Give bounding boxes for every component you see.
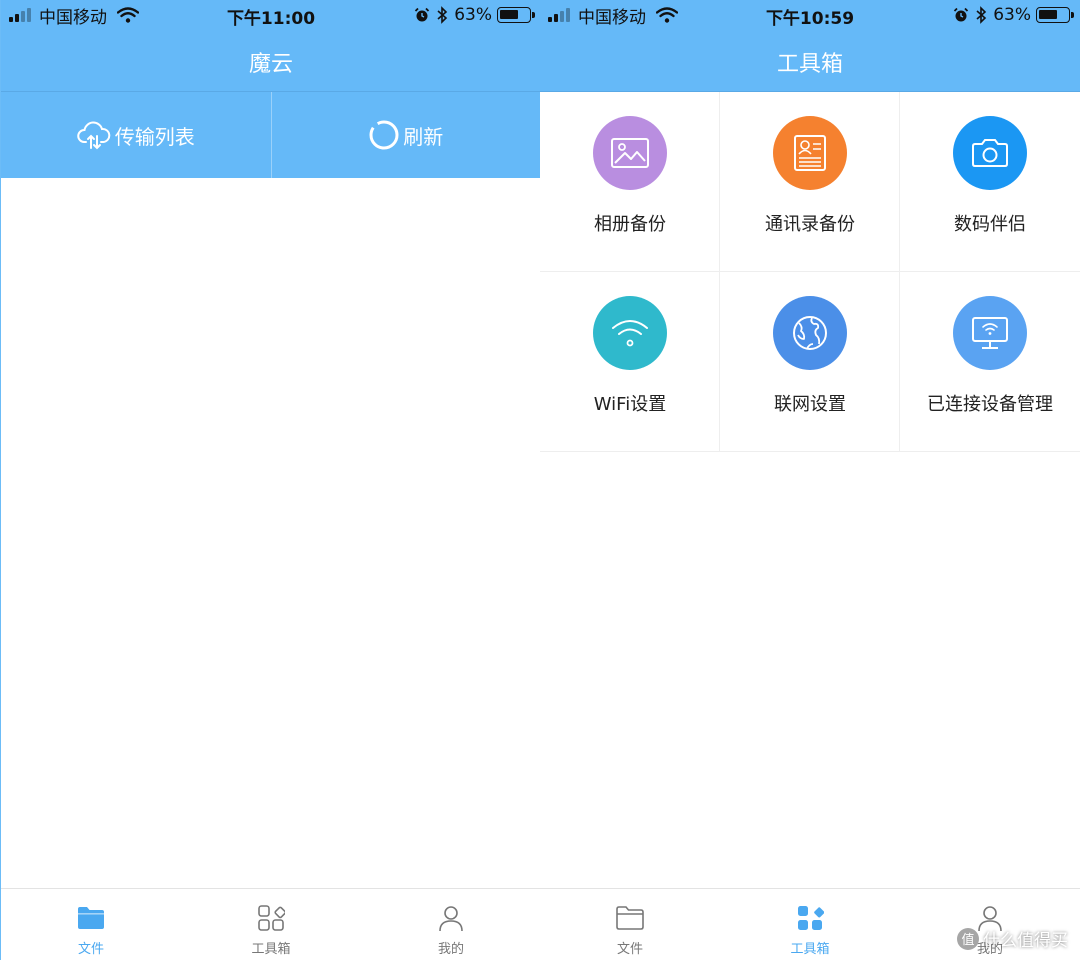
tab-bar: 文件 工具箱 我的 — [1, 888, 540, 960]
files-screen: 中国移动 下午11:00 63% 魔云 传输列表 刷新 文件 工具箱 我的 — [0, 0, 540, 960]
tab-mine[interactable]: 我的 — [361, 889, 540, 960]
tool-wifi-settings[interactable]: WiFi设置 — [540, 272, 720, 452]
photo-icon — [593, 116, 667, 190]
contacts-icon — [773, 116, 847, 190]
folder-icon — [615, 903, 645, 933]
tab-label: 文件 — [616, 942, 643, 957]
tool-device-management[interactable]: 已连接设备管理 — [900, 272, 1080, 452]
action-bar: 传输列表 刷新 — [1, 92, 540, 178]
folder-icon — [76, 903, 106, 933]
refresh-button[interactable]: 刷新 — [270, 92, 541, 178]
bluetooth-icon — [976, 6, 987, 24]
globe-icon — [773, 296, 847, 370]
tab-toolbox[interactable]: 工具箱 — [181, 889, 361, 960]
refresh-label: 刷新 — [403, 124, 444, 149]
tool-digital-companion[interactable]: 数码伴侣 — [900, 92, 1080, 272]
tab-label: 我的 — [437, 942, 464, 957]
cloud-upload-icon — [77, 121, 110, 150]
tool-contacts-backup[interactable]: 通讯录备份 — [720, 92, 900, 272]
camera-icon — [953, 116, 1027, 190]
tab-label: 文件 — [77, 942, 104, 957]
tool-network-settings[interactable]: 联网设置 — [720, 272, 900, 452]
tab-toolbox[interactable]: 工具箱 — [720, 889, 900, 960]
status-bar: 中国移动 下午10:59 63% — [540, 0, 1080, 30]
nav-bar: 魔云 — [1, 30, 540, 92]
status-bar: 中国移动 下午11:00 63% — [1, 0, 540, 30]
tool-album-backup[interactable]: 相册备份 — [540, 92, 720, 272]
tab-label: 工具箱 — [251, 942, 291, 957]
tab-label: 工具箱 — [790, 942, 830, 957]
tool-label: 联网设置 — [774, 394, 846, 415]
watermark-badge: 值 — [957, 927, 979, 950]
battery-percent: 63% — [454, 5, 492, 25]
transfer-list-label: 传输列表 — [114, 124, 195, 149]
tool-label: 通讯录备份 — [765, 214, 855, 235]
toolbox-icon — [795, 903, 825, 933]
nav-bar: 工具箱 — [540, 30, 1080, 92]
person-icon — [436, 903, 466, 933]
refresh-icon — [369, 120, 399, 150]
watermark-text: 什么值得买 — [983, 931, 1068, 951]
tool-label: 数码伴侣 — [954, 214, 1026, 235]
tool-label: WiFi设置 — [593, 394, 667, 415]
page-title: 工具箱 — [776, 52, 843, 77]
wifi-icon — [593, 296, 667, 370]
alarm-icon — [954, 7, 969, 22]
page-title: 魔云 — [248, 52, 293, 77]
tab-files[interactable]: 文件 — [540, 889, 720, 960]
tool-label: 相册备份 — [594, 214, 666, 235]
transfer-list-button[interactable]: 传输列表 — [1, 92, 271, 178]
tool-grid: 相册备份 通讯录备份 数码伴侣 WiFi设置 联网设置 已连接设备管理 — [540, 92, 1080, 452]
tool-label: 已连接设备管理 — [927, 394, 1053, 415]
toolbox-screen: 中国移动 下午10:59 63% 工具箱 相册备份 通讯录备份 数码伴侣 WiF… — [540, 0, 1080, 960]
battery-icon — [497, 7, 535, 23]
battery-percent: 63% — [993, 5, 1031, 25]
watermark: 值 什么值得买 — [957, 926, 1068, 951]
toolbox-icon — [256, 903, 286, 933]
bluetooth-icon — [437, 6, 448, 24]
alarm-icon — [415, 7, 430, 22]
battery-icon — [1036, 7, 1074, 23]
monitor-icon — [953, 296, 1027, 370]
tab-files[interactable]: 文件 — [1, 889, 181, 960]
